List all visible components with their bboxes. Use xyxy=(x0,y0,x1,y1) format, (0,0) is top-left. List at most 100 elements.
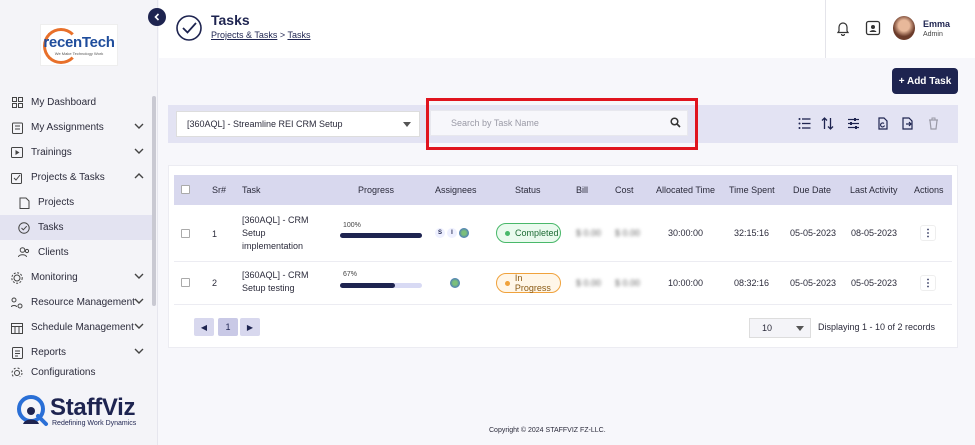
sidebar-scrollbar[interactable] xyxy=(152,96,156,306)
col-due-date[interactable]: Due Date xyxy=(793,185,831,195)
breadcrumb-tasks[interactable]: Tasks xyxy=(287,30,310,40)
user-name: Emma xyxy=(923,19,951,29)
sidebar-item-label: My Dashboard xyxy=(31,97,97,108)
col-bill[interactable]: Bill xyxy=(576,185,588,195)
company-logo[interactable]: recenTech We Make Technology Work xyxy=(40,24,118,66)
table-header: Sr# Task Progress Assignees Status Bill … xyxy=(174,175,952,205)
sidebar-item-label: Trainings xyxy=(31,147,72,158)
row-due-date: 05-05-2023 xyxy=(790,228,837,238)
sidebar-item-assignments[interactable]: My Assignments xyxy=(0,115,152,140)
col-last-activity[interactable]: Last Activity xyxy=(850,185,898,195)
assignee-avatar[interactable] xyxy=(459,228,469,238)
prev-page-button[interactable]: ◀ xyxy=(194,318,214,336)
sidebar-item-projects[interactable]: Projects xyxy=(0,190,152,215)
sidebar-collapse-button[interactable] xyxy=(148,8,166,26)
row-allocated-time: 10:00:00 xyxy=(668,278,704,288)
brand-name: StaffViz xyxy=(50,393,136,421)
sidebar-item-monitoring[interactable]: Monitoring xyxy=(0,265,152,290)
sidebar-item-reports[interactable]: Reports xyxy=(0,340,152,365)
col-time-spent[interactable]: Time Spent xyxy=(729,185,775,195)
projects-tasks-icon xyxy=(11,172,23,184)
row-checkbox[interactable] xyxy=(181,278,190,287)
sidebar-item-label: Monitoring xyxy=(31,272,78,283)
sidebar-item-label: Configurations xyxy=(31,367,96,377)
page-size-value: 10 xyxy=(762,323,773,333)
projects-icon xyxy=(18,197,30,209)
col-task[interactable]: Task xyxy=(242,185,261,195)
caret-down-icon xyxy=(403,122,411,127)
col-allocated-time[interactable]: Allocated Time xyxy=(656,185,715,195)
col-progress[interactable]: Progress xyxy=(358,185,394,195)
assignee-group[interactable] xyxy=(450,276,462,290)
row-checkbox[interactable] xyxy=(181,229,190,238)
chevron-down-icon xyxy=(134,123,144,129)
row-last-activity: 08-05-2023 xyxy=(851,228,898,238)
id-card-icon[interactable] xyxy=(865,20,881,36)
notification-bell-icon[interactable] xyxy=(835,20,851,36)
import-icon[interactable] xyxy=(876,117,889,130)
tasks-icon xyxy=(18,221,30,234)
logo-tagline: We Make Technology Work xyxy=(54,51,104,56)
avatar[interactable] xyxy=(893,16,915,40)
page-1-button[interactable]: 1 xyxy=(218,318,238,336)
chevron-left-icon xyxy=(154,13,160,21)
col-assignees[interactable]: Assignees xyxy=(435,185,477,195)
row-sr: 2 xyxy=(212,278,218,288)
progress-fill xyxy=(340,283,395,288)
sidebar-item-configurations[interactable]: Configurations xyxy=(0,365,152,377)
col-cost[interactable]: Cost xyxy=(615,185,634,195)
project-select[interactable]: [360AQL] - Streamline REI CRM Setup xyxy=(176,111,420,137)
project-select-value: [360AQL] - Streamline REI CRM Setup xyxy=(187,119,343,129)
row-actions-menu-button[interactable]: ⋮ xyxy=(920,275,936,291)
table-row[interactable]: 1 [360AQL] - CRM Setup implementation 10… xyxy=(174,206,952,262)
filter-sliders-icon[interactable] xyxy=(847,117,860,130)
status-badge: In Progress xyxy=(496,273,561,293)
add-task-button[interactable]: + Add Task xyxy=(892,68,958,94)
sidebar-item-trainings[interactable]: Trainings xyxy=(0,140,152,165)
sort-icon[interactable] xyxy=(821,117,834,130)
col-sr[interactable]: Sr# xyxy=(212,185,226,195)
status-dot xyxy=(505,280,510,286)
assignee-avatar[interactable]: S xyxy=(435,228,445,238)
export-icon[interactable] xyxy=(901,117,914,130)
reports-icon xyxy=(11,346,23,359)
breadcrumb-projects-tasks[interactable]: Projects & Tasks xyxy=(211,30,277,40)
sidebar-item-projects-tasks[interactable]: Projects & Tasks xyxy=(0,165,152,190)
top-header: Tasks Projects & Tasks > Tasks Emma Admi… xyxy=(159,0,975,58)
assignee-avatar[interactable]: I xyxy=(447,228,457,238)
chevron-down-icon xyxy=(134,348,144,354)
assignee-avatar[interactable] xyxy=(450,278,460,288)
monitoring-icon xyxy=(11,271,23,284)
sidebar-item-tasks[interactable]: Tasks xyxy=(0,215,152,240)
logo-text: recenTech xyxy=(43,34,115,51)
sidebar-item-dashboard[interactable]: My Dashboard xyxy=(0,90,152,115)
next-page-button[interactable]: ▶ xyxy=(240,318,260,336)
row-sr: 1 xyxy=(212,229,218,239)
trash-icon[interactable] xyxy=(927,117,940,130)
row-task-name[interactable]: [360AQL] - CRM Setup testing xyxy=(242,269,318,295)
row-progress-label: 67% xyxy=(343,271,358,278)
assignee-group[interactable]: S I xyxy=(435,226,471,240)
sidebar-item-label: Resource Management xyxy=(31,297,135,308)
sidebar: recenTech We Make Technology Work My Das… xyxy=(0,0,158,445)
row-allocated-time: 30:00:00 xyxy=(668,228,704,238)
status-badge: Completed xyxy=(496,223,561,243)
row-task-name[interactable]: [360AQL] - CRM Setup implementation xyxy=(242,214,318,253)
chevron-down-icon xyxy=(134,323,144,329)
sidebar-item-label: Schedule Management xyxy=(31,322,134,333)
select-all-checkbox[interactable] xyxy=(181,185,190,194)
row-actions-menu-button[interactable]: ⋮ xyxy=(920,225,936,241)
col-actions[interactable]: Actions xyxy=(914,185,944,195)
sidebar-item-resource-management[interactable]: Resource Management xyxy=(0,290,152,315)
sidebar-item-schedule-management[interactable]: Schedule Management xyxy=(0,315,152,340)
user-role: Admin xyxy=(923,31,943,38)
sidebar-item-label: Reports xyxy=(31,347,67,358)
tasks-check-icon xyxy=(176,15,202,41)
sidebar-item-clients[interactable]: Clients xyxy=(0,240,152,265)
progress-bar xyxy=(340,233,422,238)
table-row[interactable]: 2 [360AQL] - CRM Setup testing 67% In Pr… xyxy=(174,263,952,305)
footer-copyright: Copyright © 2024 STAFFVIZ FZ-LLC. xyxy=(489,427,606,434)
col-status[interactable]: Status xyxy=(515,185,541,195)
list-view-icon[interactable] xyxy=(798,117,811,130)
page-size-select[interactable]: 10 xyxy=(749,318,811,338)
